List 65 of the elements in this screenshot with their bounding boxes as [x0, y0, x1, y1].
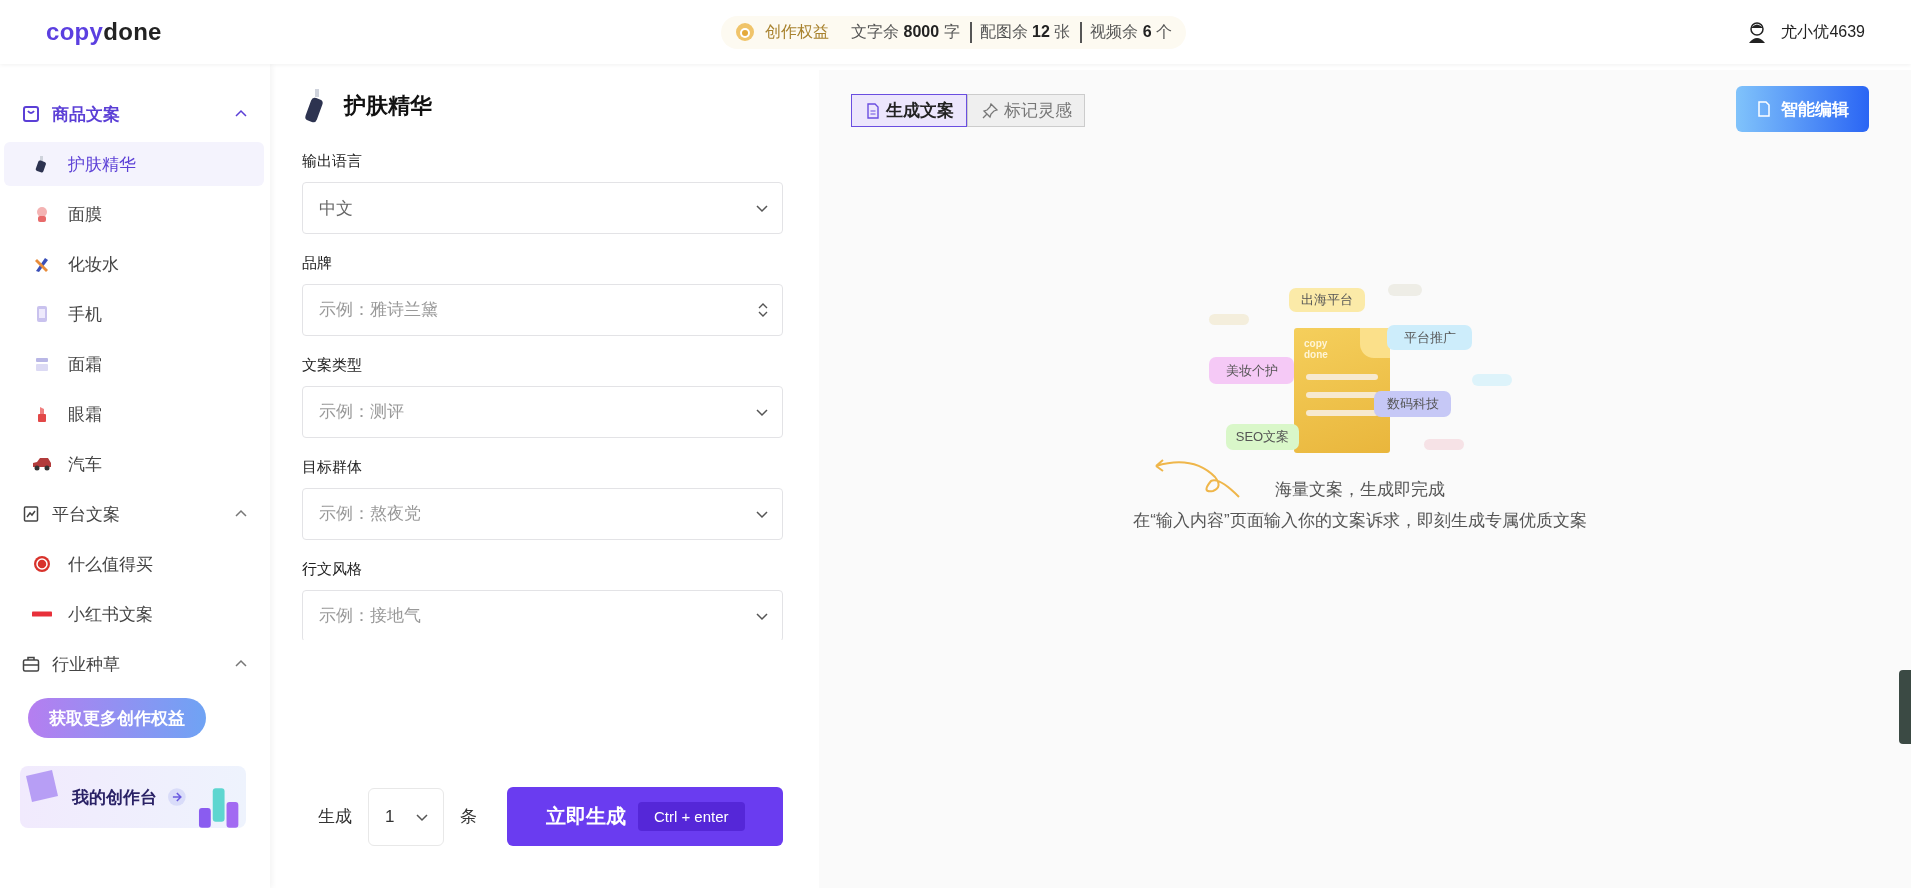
document-icon [1756, 101, 1771, 117]
logo[interactable]: copydone [46, 18, 162, 46]
card-title: 我的创作台 [72, 786, 157, 809]
workbench-card[interactable]: 我的创作台 [20, 766, 246, 828]
quota-text: 文字余 8000 字 [851, 21, 960, 42]
generate-button[interactable]: 立即生成 Ctrl + enter [507, 787, 783, 846]
sidebar-group[interactable]: 行业种草 [0, 642, 270, 686]
blank-pill [1424, 439, 1464, 450]
tab[interactable]: 生成文案 [851, 94, 967, 127]
sidebar-item[interactable]: 面霜 [4, 342, 264, 386]
car-icon [32, 457, 52, 471]
arrow-right-icon [167, 787, 187, 807]
bag-icon [22, 105, 40, 123]
select-field[interactable]: 示例：接地气 [302, 590, 783, 640]
sidebar-item[interactable]: 眼霜 [4, 392, 264, 436]
field-label: 输出语言 [302, 151, 363, 171]
count-select[interactable]: 1 [368, 787, 445, 846]
sidebar-group[interactable]: 商品文案 [0, 92, 270, 136]
field-label: 文案类型 [302, 355, 363, 375]
brand-logo-icon [32, 609, 52, 619]
doc-label: done [1304, 349, 1329, 360]
medal-icon [735, 22, 756, 42]
tab[interactable]: 标记灵感 [967, 94, 1085, 127]
tag: 美妆个护 [1209, 357, 1294, 384]
briefcase-icon [22, 655, 40, 673]
tag: 数码科技 [1374, 391, 1451, 417]
smart-edit-button[interactable]: 智能编辑 [1736, 86, 1869, 132]
chart-doc-icon [22, 505, 40, 523]
sidebar-item[interactable]: 小红书文案 [4, 592, 264, 636]
doc-label: copy [1304, 338, 1329, 349]
seal-icon [32, 555, 52, 573]
tag: 出海平台 [1289, 288, 1365, 312]
pin-icon [982, 102, 998, 119]
sidebar-item[interactable]: 面膜 [4, 192, 264, 236]
tag: 平台推广 [1387, 325, 1472, 350]
quota-text: 配图余 12 张 [969, 21, 1071, 43]
benefit-label[interactable]: 创作权益 [765, 21, 830, 43]
blank-pill [1209, 314, 1249, 325]
empty-headline: 海量文案，生成即完成 [1275, 479, 1445, 501]
select-field[interactable]: 示例：测评 [302, 386, 783, 438]
sidebar-item[interactable]: 手机 [4, 292, 264, 336]
field-label: 品牌 [302, 253, 333, 273]
number-field[interactable]: 示例：雅诗兰黛 [302, 284, 783, 336]
sidebar-item[interactable]: 什么值得买 [4, 542, 264, 586]
sidebar-item[interactable]: 汽车 [4, 442, 264, 486]
tag: SEO文案 [1226, 424, 1299, 450]
curly-arrow-icon [1153, 457, 1241, 499]
sidebar-group[interactable]: 平台文案 [0, 492, 270, 536]
select-field[interactable]: 中文 [302, 182, 783, 234]
sidebar-item[interactable]: 化妆水 [4, 242, 264, 286]
count-unit: 条 [460, 806, 478, 828]
quota-text: 视频余 6 个 [1080, 21, 1173, 43]
select-field[interactable]: 示例：熬夜党 [302, 488, 783, 540]
field-label: 行文风格 [302, 559, 363, 579]
field-label: 目标群体 [302, 457, 363, 477]
document-icon [866, 102, 880, 119]
folded-corner [1360, 328, 1390, 358]
blank-pill [1472, 374, 1512, 386]
sidebar-item[interactable]: 护肤精华 [4, 142, 264, 186]
user-name[interactable]: 尤小优4639 [1781, 21, 1865, 43]
empty-hint: 在“输入内容”页面输入你的文案诉求，即刻生成专属优质文案 [1133, 510, 1587, 532]
spinner-icon [757, 301, 769, 319]
count-label: 生成 [318, 806, 352, 828]
form-title: 护肤精华 [344, 92, 432, 120]
shortcut-hint: Ctrl + enter [637, 802, 745, 831]
